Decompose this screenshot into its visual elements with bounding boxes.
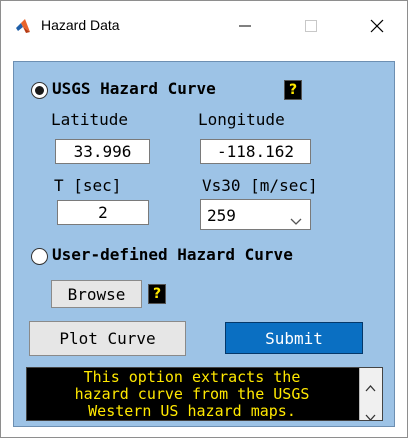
scroll-up-icon[interactable] [365,377,376,396]
user-defined-hazard-curve-label[interactable]: User-defined Hazard Curve [52,245,293,264]
minimize-button[interactable] [222,9,268,43]
user-defined-hazard-curve-radio[interactable] [31,248,48,265]
usgs-hazard-curve-label[interactable]: USGS Hazard Curve [52,79,216,98]
close-icon [370,19,384,33]
usgs-hazard-curve-radio[interactable] [31,82,48,99]
plot-curve-button[interactable]: Plot Curve [29,321,186,356]
description-text: This option extracts the hazard curve fr… [74,368,310,420]
scroll-down-icon[interactable] [365,406,376,420]
maximize-button[interactable] [288,9,334,43]
close-button[interactable] [354,9,400,43]
window-title: Hazard Data [41,17,120,33]
browse-button[interactable]: Browse [51,280,142,308]
usgs-help-icon[interactable]: ? [284,80,302,100]
description-scrollbar[interactable] [359,368,382,420]
browse-help-icon[interactable]: ? [148,284,166,304]
vs30-label: Vs30 [m/sec] [202,176,318,195]
title-bar[interactable]: Hazard Data [1,1,407,57]
longitude-input[interactable] [200,139,311,164]
latitude-input[interactable] [55,139,150,164]
period-label: T [sec] [54,176,122,195]
chevron-down-icon [290,211,302,230]
description-box: This option extracts the hazard curve fr… [26,367,383,421]
period-input[interactable] [57,200,149,225]
vs30-select[interactable]: 259 [200,199,311,230]
hazard-options-panel: USGS Hazard Curve ? Latitude Longitude T… [13,61,395,427]
maximize-icon [305,20,317,32]
matlab-icon [15,18,31,34]
longitude-label: Longitude [198,110,285,129]
minimize-icon [239,25,251,27]
latitude-label: Latitude [51,110,129,129]
vs30-selected-value: 259 [207,206,236,225]
submit-button[interactable]: Submit [225,322,363,354]
hazard-data-window: Hazard Data USGS Hazard Curve ? Latitude… [0,0,408,438]
